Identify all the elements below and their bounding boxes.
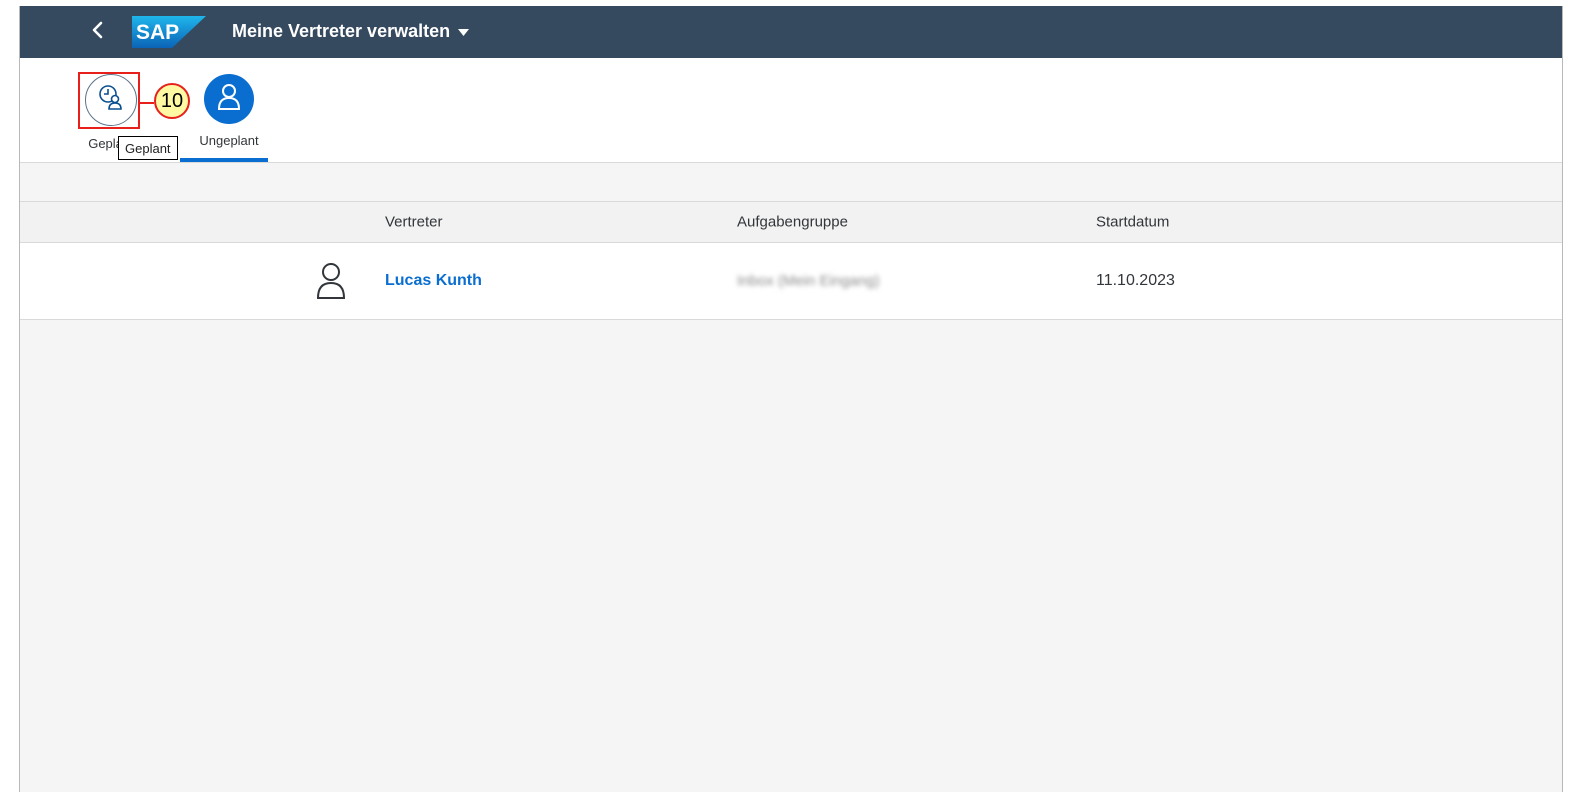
tab-ungeplant-label: Ungeplant xyxy=(199,133,259,148)
person-icon xyxy=(216,83,242,116)
caret-down-icon xyxy=(458,21,470,42)
person-icon xyxy=(316,261,346,301)
tooltip: Geplant xyxy=(118,136,178,160)
tab-ungeplant[interactable]: Ungeplant xyxy=(188,74,270,148)
annotation-connector xyxy=(140,102,154,104)
app-title-menu[interactable]: Meine Vertreter verwalten xyxy=(232,21,470,42)
app-title: Meine Vertreter verwalten xyxy=(232,21,451,41)
table-header: Vertreter Aufgabengruppe Startdatum xyxy=(20,201,1562,243)
tab-ungeplant-icon-circle[interactable] xyxy=(204,74,254,124)
app-window: SAP Meine Vertreter verwalten Geplant Un… xyxy=(19,6,1563,792)
annotation-highlight-box xyxy=(78,72,140,129)
substitutes-table: Vertreter Aufgabengruppe Startdatum Luca… xyxy=(20,201,1562,320)
column-header-startdatum[interactable]: Startdatum xyxy=(1096,214,1169,231)
table-row[interactable]: Lucas Kunth Inbox (Mein Eingang) 11.10.2… xyxy=(20,243,1562,320)
column-header-aufgabengruppe[interactable]: Aufgabengruppe xyxy=(737,214,848,231)
svg-text:SAP: SAP xyxy=(136,21,179,44)
task-group-value: Inbox (Mein Eingang) xyxy=(737,272,880,290)
sap-logo: SAP xyxy=(132,16,206,48)
column-header-vertreter[interactable]: Vertreter xyxy=(385,214,443,231)
selected-tab-indicator xyxy=(180,158,268,162)
icon-tab-bar: Geplant Ungeplant xyxy=(20,58,1562,163)
back-button[interactable] xyxy=(82,16,114,48)
start-date-value: 11.10.2023 xyxy=(1096,272,1175,289)
substitute-name-link[interactable]: Lucas Kunth xyxy=(385,272,482,290)
shell-bar: SAP Meine Vertreter verwalten xyxy=(20,6,1562,58)
chevron-left-icon xyxy=(91,21,105,44)
annotation-step-badge: 10 xyxy=(154,83,190,119)
